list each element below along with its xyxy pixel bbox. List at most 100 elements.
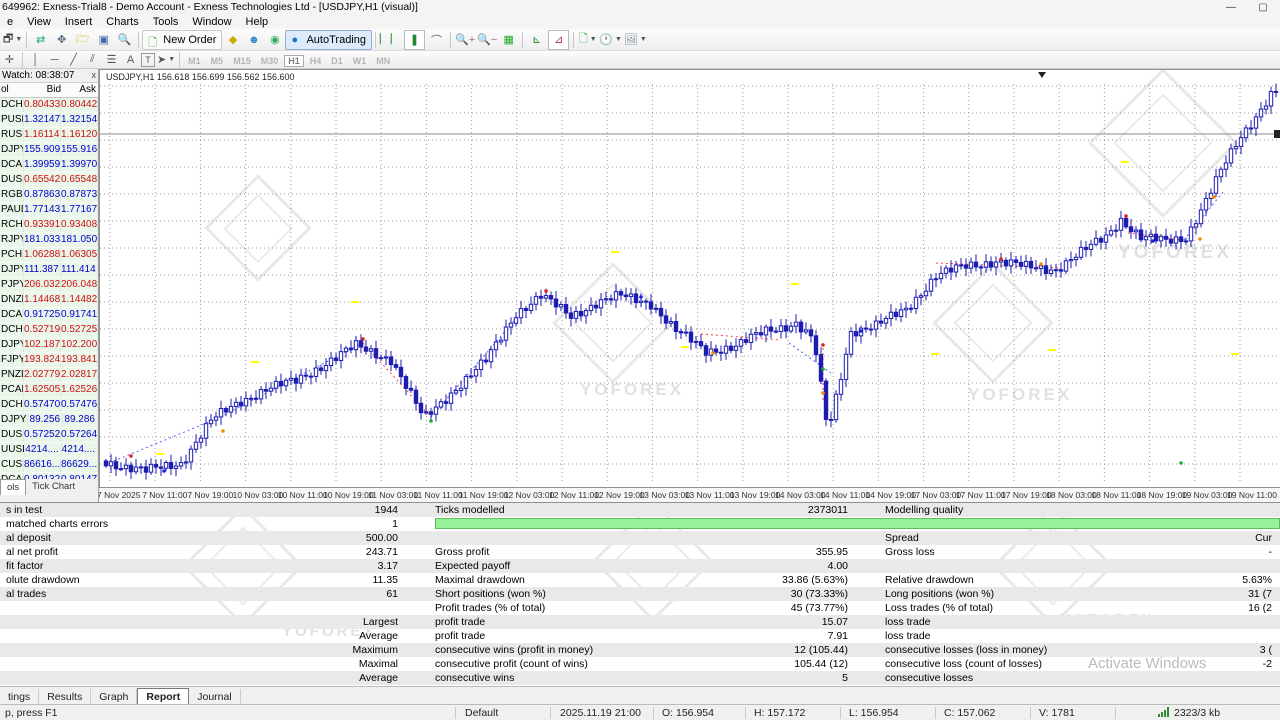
timeframe-h1[interactable]: H1 xyxy=(284,55,304,67)
candle-body xyxy=(234,402,237,406)
candle-body xyxy=(219,409,222,417)
bar-chart-icon[interactable]: ⎸⎸ xyxy=(380,31,402,49)
trendline-icon[interactable]: ╱ xyxy=(65,52,82,67)
navigator-icon[interactable]: ✥ xyxy=(52,31,71,49)
market-watch-row[interactable]: DNZD1.144681.14482 xyxy=(0,293,98,308)
market-watch-row[interactable]: DCHF0.574700.57476 xyxy=(0,398,98,413)
market-watch-row[interactable]: DJPY102.187102.200 xyxy=(0,338,98,353)
auto-scroll-icon[interactable]: ⊾ xyxy=(527,31,546,49)
terminal-panel-icon[interactable]: ▣ xyxy=(94,31,113,49)
timeframe-m30[interactable]: M30 xyxy=(257,55,283,67)
menu-item-view[interactable]: View xyxy=(20,15,58,29)
crosshair-icon[interactable]: ✛ xyxy=(1,52,18,67)
bid-cell: 86616... xyxy=(24,458,61,472)
market-watch-tab-tick-chart[interactable]: Tick Chart xyxy=(26,479,81,495)
vertical-line-icon[interactable]: │ xyxy=(27,52,44,67)
market-watch-row[interactable]: RJPY181.033181.050 xyxy=(0,233,98,248)
market-watch-row[interactable]: DCAD0.917250.91741 xyxy=(0,308,98,323)
market-watch-row[interactable]: CUSD86616...86629... xyxy=(0,458,98,473)
equidistant-channel-icon[interactable]: ⫽ xyxy=(84,52,101,67)
market-watch-row[interactable]: PCAD1.625051.62526 xyxy=(0,383,98,398)
market-watch-row[interactable]: PNZD2.027792.02817 xyxy=(0,368,98,383)
market-watch-row[interactable]: PJPY206.032206.048 xyxy=(0,278,98,293)
text-tool-icon[interactable]: A xyxy=(122,52,139,67)
market-watch-row[interactable]: UUSD4214....4214.... xyxy=(0,443,98,458)
market-watch-row[interactable]: DCHF0.804330.80442 xyxy=(0,98,98,113)
market-watch-row[interactable]: RUSD1.161141.16120 xyxy=(0,128,98,143)
arrows-tool-icon[interactable]: ➤▼ xyxy=(157,52,175,67)
timeframe-m1[interactable]: M1 xyxy=(184,55,205,67)
menu-item-tools[interactable]: Tools xyxy=(146,15,186,29)
tester-tab-results[interactable]: Results xyxy=(39,689,91,705)
tester-tab-journal[interactable]: Journal xyxy=(189,689,240,705)
candle-body xyxy=(499,340,502,342)
report-row: Profit trades (% of total)45 (73.77%)Los… xyxy=(0,601,1280,615)
ask-column-header[interactable]: Ask xyxy=(63,83,98,97)
mql-community-icon[interactable]: ☻ xyxy=(244,31,263,49)
market-watch-row[interactable]: DCAD1.399591.39970 xyxy=(0,158,98,173)
market-watch-row[interactable]: FJPY193.824193.841 xyxy=(0,353,98,368)
new-chart-button[interactable]: 🗗▼ xyxy=(3,31,22,49)
menu-item-window[interactable]: Window xyxy=(185,15,238,29)
tester-tab-graph[interactable]: Graph xyxy=(91,689,137,705)
signals-icon[interactable]: ◉ xyxy=(265,31,284,49)
menu-item-e[interactable]: e xyxy=(0,15,20,29)
market-watch-row[interactable]: DCHF0.527190.52725 xyxy=(0,323,98,338)
maximize-button[interactable]: ▢ xyxy=(1250,1,1276,14)
market-watch-row[interactable]: DJPY89.25689.286 xyxy=(0,413,98,428)
expert-advisors-icon[interactable]: ◆ xyxy=(223,31,242,49)
zoom-in-icon[interactable]: 🔍+ xyxy=(455,31,475,49)
candle-body xyxy=(314,368,317,376)
timeframe-mn[interactable]: MN xyxy=(372,55,394,67)
market-watch-row[interactable]: DJPY155.909155.916 xyxy=(0,143,98,158)
time-axis[interactable]: 7 Nov 20257 Nov 11:007 Nov 19:0010 Nov 0… xyxy=(99,487,1280,502)
toolbar-separator xyxy=(138,32,139,48)
autotrading-button[interactable]: ● AutoTrading xyxy=(285,30,372,50)
timeframe-m5[interactable]: M5 xyxy=(207,55,228,67)
timeframe-h4[interactable]: H4 xyxy=(306,55,326,67)
candle-body xyxy=(394,365,397,368)
close-icon[interactable]: x xyxy=(92,69,97,82)
report-row: s in test1944Ticks modelled2373011Modell… xyxy=(0,503,1280,517)
templates-button[interactable]: 🖼▼ xyxy=(624,31,647,49)
history-center-icon[interactable]: 🗁 xyxy=(73,31,92,49)
market-watch-row[interactable]: PCHF1.062881.06305 xyxy=(0,248,98,263)
bid-column-header[interactable]: Bid xyxy=(28,83,63,97)
menu-item-help[interactable]: Help xyxy=(239,15,276,29)
candlestick-chart-icon[interactable]: ❚ xyxy=(404,30,425,50)
fibonacci-icon[interactable]: ☰ xyxy=(103,52,120,67)
market-watch-row[interactable]: DUSD0.655420.65548 xyxy=(0,173,98,188)
menu-item-insert[interactable]: Insert xyxy=(58,15,100,29)
market-watch-row[interactable]: PUSD1.321471.32154 xyxy=(0,113,98,128)
horizontal-line-icon[interactable]: ─ xyxy=(46,52,63,67)
market-watch-row[interactable]: RGBP0.878630.87873 xyxy=(0,188,98,203)
candle-body xyxy=(699,342,702,346)
market-watch-tab-ols[interactable]: ols xyxy=(0,479,26,495)
market-watch-icon[interactable]: ⇄ xyxy=(31,31,50,49)
candlestick-chart-canvas[interactable] xyxy=(100,70,1280,487)
line-chart-icon[interactable]: ⌒ xyxy=(427,31,446,49)
zoom-out-icon[interactable]: 🔍− xyxy=(477,31,497,49)
new-order-button[interactable]: 🗋 New Order xyxy=(142,30,222,50)
candle-body xyxy=(964,265,967,268)
market-watch-row[interactable]: DJPY111.387111.414 xyxy=(0,263,98,278)
timeframe-d1[interactable]: D1 xyxy=(327,55,347,67)
timeframe-w1[interactable]: W1 xyxy=(349,55,371,67)
tile-windows-icon[interactable]: ▦ xyxy=(499,31,518,49)
periods-button[interactable]: 🕐▼ xyxy=(599,31,622,49)
strategy-tester-icon[interactable]: 🔍 xyxy=(115,31,134,49)
menu-item-charts[interactable]: Charts xyxy=(99,15,145,29)
market-watch-row[interactable]: PAUD1.771431.77167 xyxy=(0,203,98,218)
indicators-button[interactable]: 🗋▼ xyxy=(578,31,597,49)
text-label-icon[interactable]: T xyxy=(141,53,155,67)
price-chart[interactable]: YOFOREX YOFOREX YOFOREX USDJPY,H1 156.61… xyxy=(99,69,1280,487)
tester-tab-tings[interactable]: tings xyxy=(0,689,39,705)
chart-shift-icon[interactable]: ⊿ xyxy=(548,30,569,50)
candle-body xyxy=(829,419,832,420)
timeframe-m15[interactable]: M15 xyxy=(229,55,255,67)
symbol-column-header[interactable]: ol xyxy=(0,83,28,97)
status-profile[interactable]: Default xyxy=(465,706,498,720)
market-watch-row[interactable]: DUSD0.572520.57264 xyxy=(0,428,98,443)
minimize-button[interactable]: — xyxy=(1218,1,1244,14)
market-watch-row[interactable]: RCHF0.933910.93408 xyxy=(0,218,98,233)
